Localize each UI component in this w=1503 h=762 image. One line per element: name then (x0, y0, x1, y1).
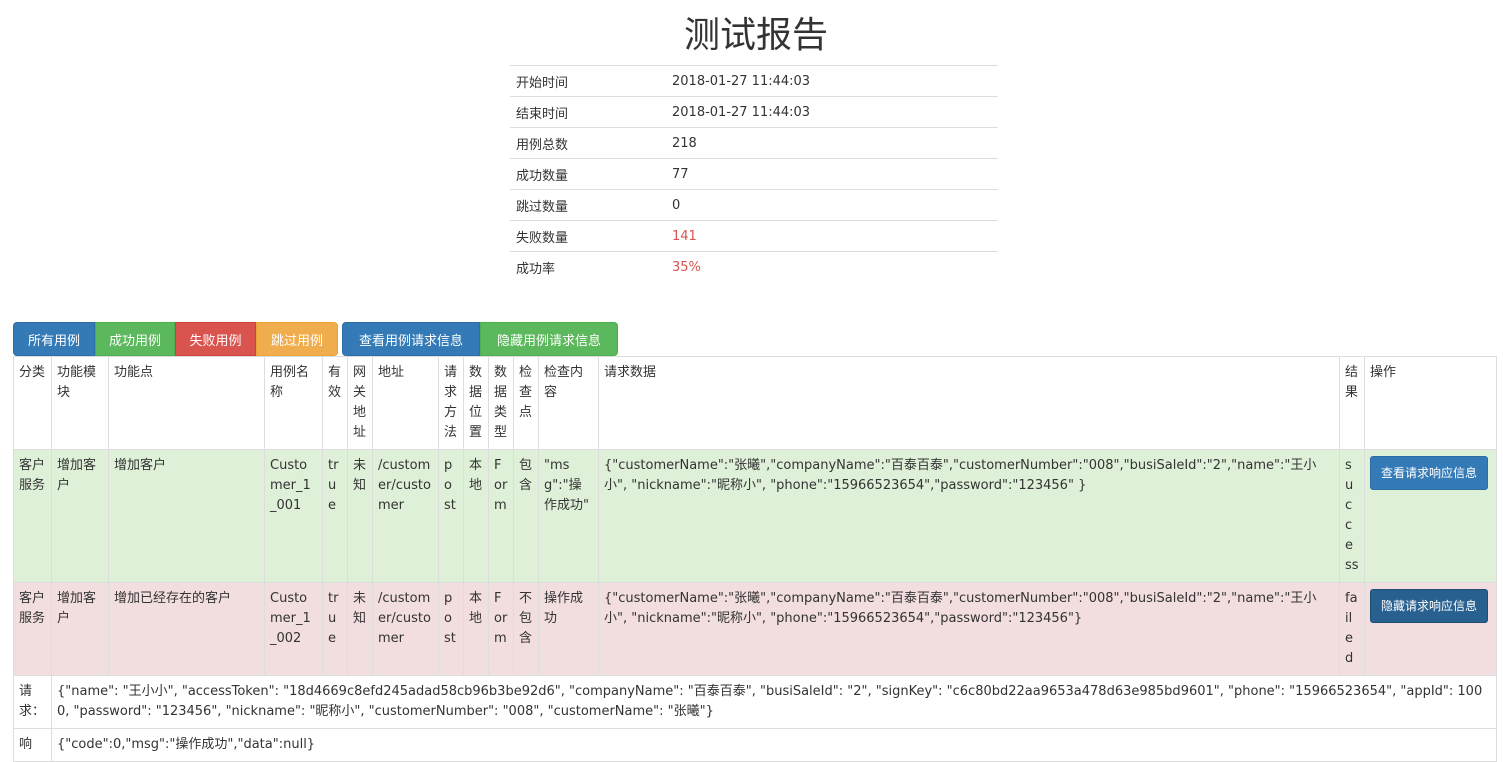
summary-value: 77 (666, 158, 998, 190)
cell-module: 增加客户 (51, 449, 109, 583)
summary-row-rate: 成功率 35% (510, 251, 998, 282)
summary-value: 2018-01-27 11:44:03 (666, 65, 998, 97)
column-header: 功能点 (108, 356, 265, 450)
view-response-button[interactable]: 查看请求响应信息 (1370, 456, 1489, 490)
all-cases-button[interactable]: 所有用例 (13, 322, 95, 356)
summary-label: 成功率 (510, 251, 666, 282)
summary-row-end: 结束时间 2018-01-27 11:44:03 (510, 96, 998, 128)
cell-action: 查看请求响应信息 (1364, 449, 1497, 583)
table-row: 客户服务 增加客户 增加已经存在的客户 Customer_1_002 true … (13, 582, 1497, 676)
cell-category: 客户服务 (13, 582, 52, 676)
summary-label: 跳过数量 (510, 189, 666, 221)
cell-data-type: Form (488, 582, 514, 676)
summary-label: 成功数量 (510, 158, 666, 190)
column-header: 请求方法 (438, 356, 464, 450)
column-header: 功能模块 (51, 356, 109, 450)
cell-result: failed (1339, 582, 1365, 676)
cell-check-content: "msg":"操作成功" (538, 449, 599, 583)
cell-point: 增加客户 (108, 449, 265, 583)
cell-request-data: {"customerName":"张曦","companyName":"百泰百泰… (598, 449, 1340, 583)
column-header: 结果 (1339, 356, 1365, 450)
summary-label: 开始时间 (510, 65, 666, 97)
page-title: 测试报告 (683, 15, 828, 56)
response-detail-row: 响 {"code":0,"msg":"操作成功","data":null} (13, 728, 1497, 762)
cell-name: Customer_1_002 (264, 582, 323, 676)
summary-row-failed: 失败数量 141 (510, 220, 998, 252)
column-header: 有效 (322, 356, 348, 450)
cell-action: 隐藏请求响应信息 (1364, 582, 1497, 676)
summary-value: 2018-01-27 11:44:03 (666, 96, 998, 128)
hide-response-button[interactable]: 隐藏请求响应信息 (1370, 589, 1489, 623)
column-header: 用例名称 (264, 356, 323, 450)
cell-gateway: 未知 (347, 449, 373, 583)
cell-url: /customer/customer (372, 449, 439, 583)
summary-row-passed: 成功数量 77 (510, 158, 998, 190)
summary-label: 失败数量 (510, 220, 666, 252)
cell-method: post (438, 582, 464, 676)
table-row: 客户服务 增加客户 增加客户 Customer_1_001 true 未知 /c… (13, 449, 1497, 583)
request-detail-value: {"name": "王小小", "accessToken": "18d4669c… (51, 675, 1497, 729)
cell-point: 增加已经存在的客户 (108, 582, 265, 676)
column-header: 操作 (1364, 356, 1497, 450)
cell-method: post (438, 449, 464, 583)
request-info-button-group: 查看用例请求信息 隐藏用例请求信息 (342, 322, 618, 356)
filter-toolbar: 所有用例 成功用例 失败用例 跳过用例 查看用例请求信息 隐藏用例请求信息 (13, 322, 618, 356)
summary-row-start: 开始时间 2018-01-27 11:44:03 (510, 65, 998, 97)
cell-url: /customer/customer (372, 582, 439, 676)
hide-requests-button[interactable]: 隐藏用例请求信息 (480, 322, 618, 356)
cell-data-location: 本地 (463, 582, 489, 676)
cell-valid: true (322, 449, 348, 583)
cases-table: 分类 功能模块 功能点 用例名称 有效 网关地址 地址 请求方法 数据位置 数据… (13, 356, 1497, 762)
column-header: 数据类型 (488, 356, 514, 450)
summary-row-skipped: 跳过数量 0 (510, 189, 998, 221)
column-header: 地址 (372, 356, 439, 450)
cell-result: success (1339, 449, 1365, 583)
response-detail-value: {"code":0,"msg":"操作成功","data":null} (51, 728, 1497, 762)
summary-value: 0 (666, 189, 998, 221)
show-requests-button[interactable]: 查看用例请求信息 (342, 322, 480, 356)
table-header-row: 分类 功能模块 功能点 用例名称 有效 网关地址 地址 请求方法 数据位置 数据… (13, 356, 1497, 450)
summary-label: 用例总数 (510, 127, 666, 159)
column-header: 检查点 (513, 356, 539, 450)
summary-label: 结束时间 (510, 96, 666, 128)
cell-check-content: 操作成功 (538, 582, 599, 676)
cell-check-point: 不包含 (513, 582, 539, 676)
column-header: 分类 (13, 356, 52, 450)
cell-check-point: 包含 (513, 449, 539, 583)
response-label: 响 (13, 728, 52, 762)
request-detail-row: 请求： {"name": "王小小", "accessToken": "18d4… (13, 675, 1497, 729)
request-label: 请求： (13, 675, 52, 729)
failed-cases-button[interactable]: 失败用例 (175, 322, 256, 356)
cell-data-location: 本地 (463, 449, 489, 583)
summary-value: 218 (666, 127, 998, 159)
summary-table: 开始时间 2018-01-27 11:44:03 结束时间 2018-01-27 1… (510, 65, 998, 282)
cell-gateway: 未知 (347, 582, 373, 676)
cell-category: 客户服务 (13, 449, 52, 583)
cell-request-data: {"customerName":"张曦","companyName":"百泰百泰… (598, 582, 1340, 676)
filter-button-group: 所有用例 成功用例 失败用例 跳过用例 (13, 322, 338, 356)
cell-module: 增加客户 (51, 582, 109, 676)
cell-valid: true (322, 582, 348, 676)
summary-value: 141 (666, 220, 998, 252)
column-header: 请求数据 (598, 356, 1340, 450)
column-header: 网关地址 (347, 356, 373, 450)
column-header: 检查内容 (538, 356, 599, 450)
summary-value: 35% (666, 251, 998, 282)
cell-name: Customer_1_001 (264, 449, 323, 583)
cell-data-type: Form (488, 449, 514, 583)
summary-row-total: 用例总数 218 (510, 127, 998, 159)
passed-cases-button[interactable]: 成功用例 (95, 322, 175, 356)
column-header: 数据位置 (463, 356, 489, 450)
skipped-cases-button[interactable]: 跳过用例 (256, 322, 338, 356)
